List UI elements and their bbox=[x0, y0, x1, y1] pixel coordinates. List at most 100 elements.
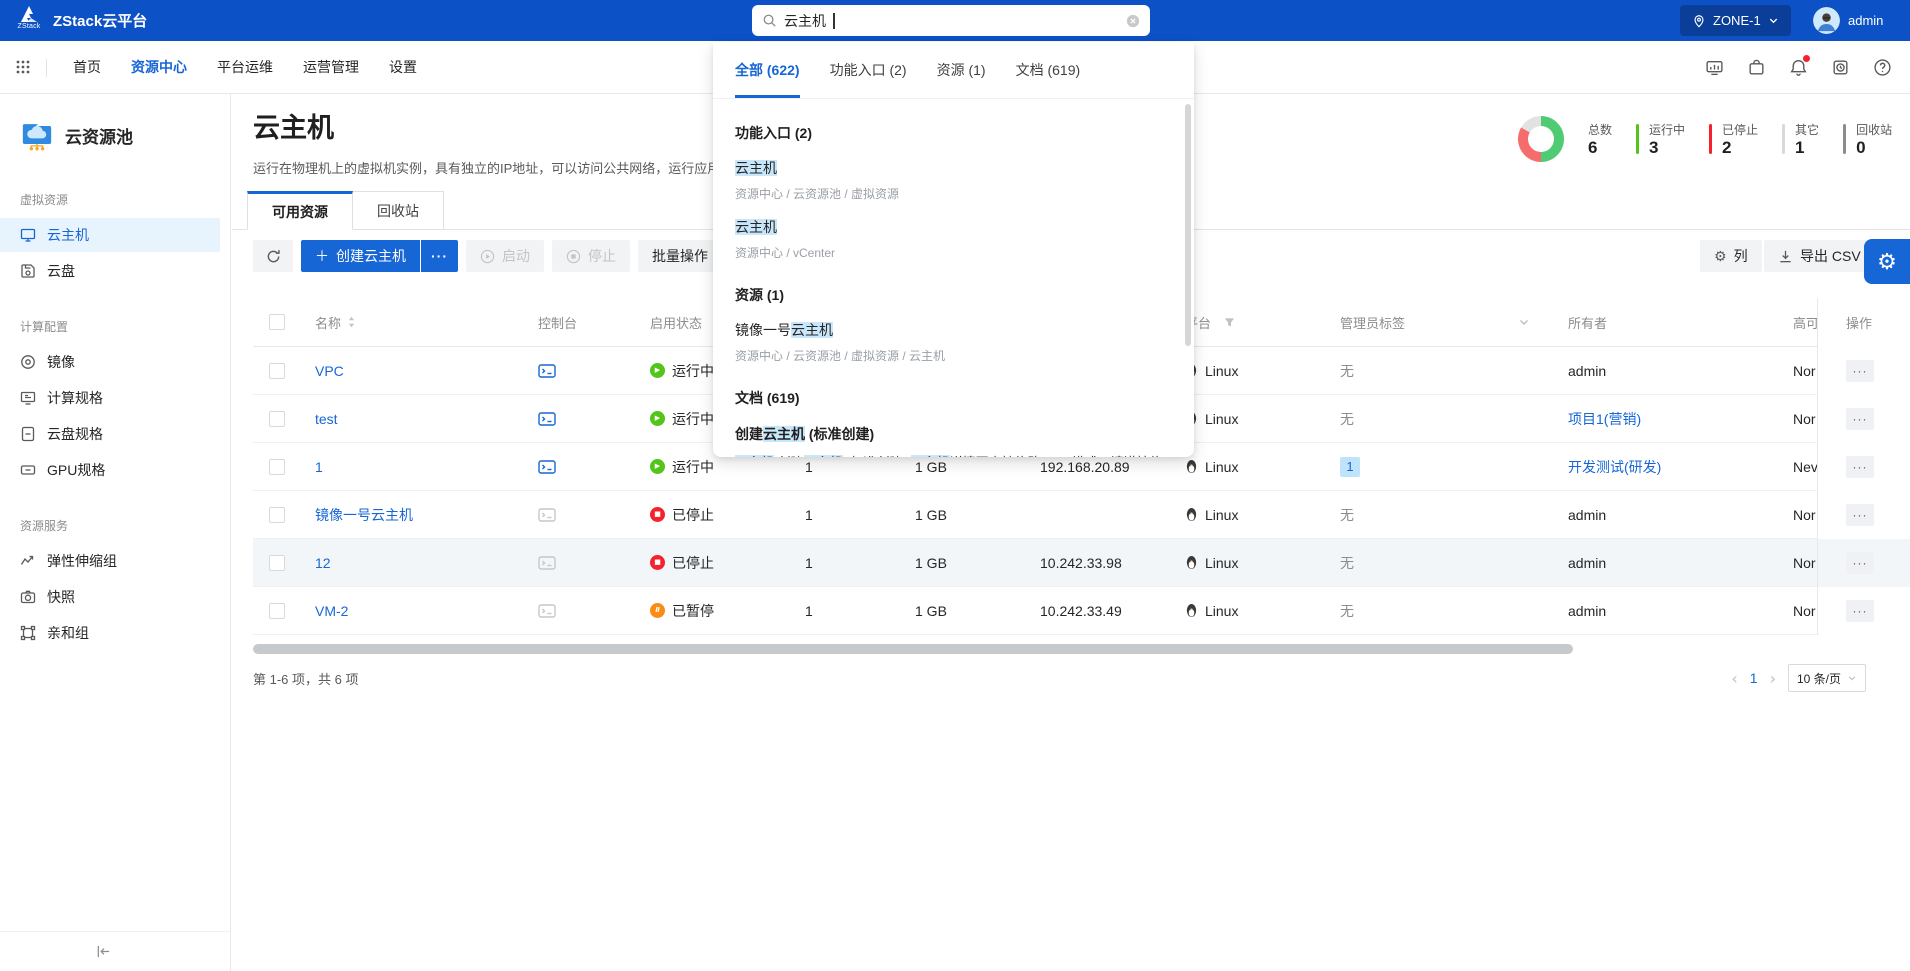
admin-tag-badge[interactable]: 1 bbox=[1340, 457, 1360, 477]
sidebar-item-autoscaling[interactable]: 弹性伸缩组 bbox=[0, 544, 220, 578]
sidebar: 云资源池 虚拟资源 云主机 云盘 计算配置 镜像 计算规格 云盘规格 bbox=[0, 94, 231, 971]
status-label: 已停止 bbox=[672, 505, 714, 525]
horizontal-scrollbar[interactable] bbox=[253, 644, 1573, 654]
row-actions-button[interactable]: ··· bbox=[1846, 360, 1874, 382]
prev-page-icon[interactable]: ‹ bbox=[1731, 669, 1737, 688]
row-actions-button[interactable]: ··· bbox=[1846, 504, 1874, 526]
panel-scrollbar[interactable] bbox=[1185, 104, 1191, 346]
sidebar-section-virtual: 虚拟资源 bbox=[20, 191, 230, 208]
select-all-checkbox[interactable] bbox=[269, 314, 285, 330]
row-checkbox[interactable] bbox=[269, 507, 285, 523]
result-title[interactable]: 云主机 bbox=[735, 158, 1172, 178]
row-actions-button[interactable]: ··· bbox=[1846, 408, 1874, 430]
console-icon[interactable] bbox=[538, 412, 556, 426]
tab-all[interactable]: 全部 (622) bbox=[735, 42, 800, 98]
vm-name-link[interactable]: test bbox=[315, 411, 338, 427]
filter-icon[interactable] bbox=[1224, 317, 1235, 328]
doc-result-title[interactable]: 创建云主机 (标准创建) bbox=[735, 424, 1172, 444]
console-icon[interactable] bbox=[538, 508, 556, 522]
search-result-item[interactable]: 云主机 资源中心 / vCenter bbox=[735, 217, 1172, 261]
sidebar-item-label: 亲和组 bbox=[47, 623, 89, 643]
tab-entries[interactable]: 功能入口 (2) bbox=[830, 42, 907, 98]
result-title[interactable]: 镜像一号云主机 bbox=[735, 320, 1172, 340]
zone-selector[interactable]: ZONE-1 bbox=[1680, 5, 1791, 36]
create-more-button[interactable]: ··· bbox=[421, 240, 458, 272]
sidebar-item-vm[interactable]: 云主机 bbox=[0, 218, 220, 252]
row-checkbox[interactable] bbox=[269, 555, 285, 571]
gear-icon: ⚙ bbox=[1714, 249, 1727, 263]
tab-resources[interactable]: 资源 (1) bbox=[937, 42, 986, 98]
stat-other: 其它1 bbox=[1782, 121, 1819, 157]
export-csv-button[interactable]: 导出 CSV bbox=[1764, 240, 1875, 272]
row-checkbox[interactable] bbox=[269, 603, 285, 619]
vm-name-link[interactable]: 镜像一号云主机 bbox=[315, 505, 413, 525]
row-checkbox[interactable] bbox=[269, 411, 285, 427]
header-name[interactable]: 名称 bbox=[315, 313, 341, 332]
console-icon[interactable] bbox=[538, 556, 556, 570]
vm-name-link[interactable]: VM-2 bbox=[315, 603, 348, 619]
vm-name-link[interactable]: 1 bbox=[315, 459, 323, 475]
sidebar-item-snapshot[interactable]: 快照 bbox=[0, 580, 220, 614]
search-result-item[interactable]: 云主机 资源中心 / 云资源池 / 虚拟资源 bbox=[735, 158, 1172, 202]
row-checkbox[interactable] bbox=[269, 459, 285, 475]
tab-available-resources[interactable]: 可用资源 bbox=[247, 191, 353, 230]
status-stopped-icon: ■ bbox=[650, 507, 665, 522]
vm-name-link[interactable]: 12 bbox=[315, 555, 331, 571]
owner-link[interactable]: 开发测试(研发) bbox=[1568, 457, 1661, 477]
page-title: 云主机 bbox=[253, 106, 334, 145]
page-size-select[interactable]: 10 条/页 bbox=[1788, 664, 1866, 692]
clear-search-icon[interactable] bbox=[1126, 14, 1140, 28]
owner-link[interactable]: 项目1(营销) bbox=[1568, 409, 1641, 429]
create-vm-button[interactable]: ＋ 创建云主机 bbox=[301, 240, 420, 272]
toolbox-icon[interactable] bbox=[1747, 58, 1766, 77]
result-breadcrumb: 资源中心 / vCenter bbox=[735, 244, 1172, 261]
help-icon[interactable] bbox=[1873, 58, 1892, 77]
batch-actions-button[interactable]: 批量操作 bbox=[638, 240, 722, 272]
next-page-icon[interactable]: › bbox=[1770, 669, 1776, 688]
start-button[interactable]: 启动 bbox=[466, 240, 544, 272]
row-actions-button[interactable]: ··· bbox=[1846, 552, 1874, 574]
global-search-input[interactable]: 云主机 bbox=[752, 5, 1150, 36]
nav-home[interactable]: 首页 bbox=[58, 57, 116, 77]
section-entries-heading: 功能入口 (2) bbox=[735, 123, 1172, 143]
sidebar-section-compute: 计算配置 bbox=[20, 318, 230, 335]
settings-fab[interactable]: ⚙ bbox=[1864, 239, 1910, 284]
nav-operation-mgmt[interactable]: 运营管理 bbox=[288, 57, 374, 77]
sidebar-item-disk-offering[interactable]: 云盘规格 bbox=[0, 417, 220, 451]
vm-name-link[interactable]: VPC bbox=[315, 363, 344, 379]
user-menu[interactable]: admin bbox=[1813, 7, 1883, 34]
stop-button[interactable]: 停止 bbox=[552, 240, 630, 272]
current-page[interactable]: 1 bbox=[1750, 670, 1758, 686]
columns-button[interactable]: ⚙ 列 bbox=[1700, 240, 1762, 272]
row-actions-button[interactable]: ··· bbox=[1846, 600, 1874, 622]
row-checkbox[interactable] bbox=[269, 363, 285, 379]
apps-grid-icon[interactable] bbox=[16, 60, 30, 74]
console-icon[interactable] bbox=[538, 364, 556, 378]
console-icon[interactable] bbox=[538, 460, 556, 474]
sidebar-item-volume[interactable]: 云盘 bbox=[0, 254, 220, 288]
refresh-button[interactable] bbox=[253, 240, 293, 272]
sidebar-item-gpu-offering[interactable]: GPU规格 bbox=[0, 453, 220, 487]
notifications-bell-icon[interactable] bbox=[1789, 58, 1808, 77]
sidebar-item-instance-offering[interactable]: 计算规格 bbox=[0, 381, 220, 415]
nav-resource-center[interactable]: 资源中心 bbox=[116, 57, 202, 77]
linux-penguin-icon bbox=[1185, 555, 1198, 570]
tab-recycle-bin[interactable]: 回收站 bbox=[353, 191, 444, 230]
console-monitor-icon[interactable] bbox=[1705, 58, 1724, 77]
result-title[interactable]: 云主机 bbox=[735, 217, 1172, 237]
chevron-down-icon[interactable] bbox=[1518, 316, 1530, 328]
nav-settings[interactable]: 设置 bbox=[374, 57, 432, 77]
nav-platform-ops[interactable]: 平台运维 bbox=[202, 57, 288, 77]
sidebar-collapse[interactable] bbox=[0, 931, 230, 971]
sidebar-title-text: 云资源池 bbox=[65, 123, 133, 148]
console-icon[interactable] bbox=[538, 604, 556, 618]
task-history-icon[interactable] bbox=[1831, 58, 1850, 77]
sidebar-item-image[interactable]: 镜像 bbox=[0, 345, 220, 379]
sidebar-item-affinity-group[interactable]: 亲和组 bbox=[0, 616, 220, 650]
row-actions-button[interactable]: ··· bbox=[1846, 456, 1874, 478]
create-vm-button-group: ＋ 创建云主机 ··· bbox=[301, 240, 458, 272]
tab-docs[interactable]: 文档 (619) bbox=[1016, 42, 1081, 98]
zone-name: ZONE-1 bbox=[1713, 13, 1761, 28]
search-result-item[interactable]: 镜像一号云主机 资源中心 / 云资源池 / 虚拟资源 / 云主机 bbox=[735, 320, 1172, 364]
sort-icon[interactable] bbox=[347, 315, 356, 329]
